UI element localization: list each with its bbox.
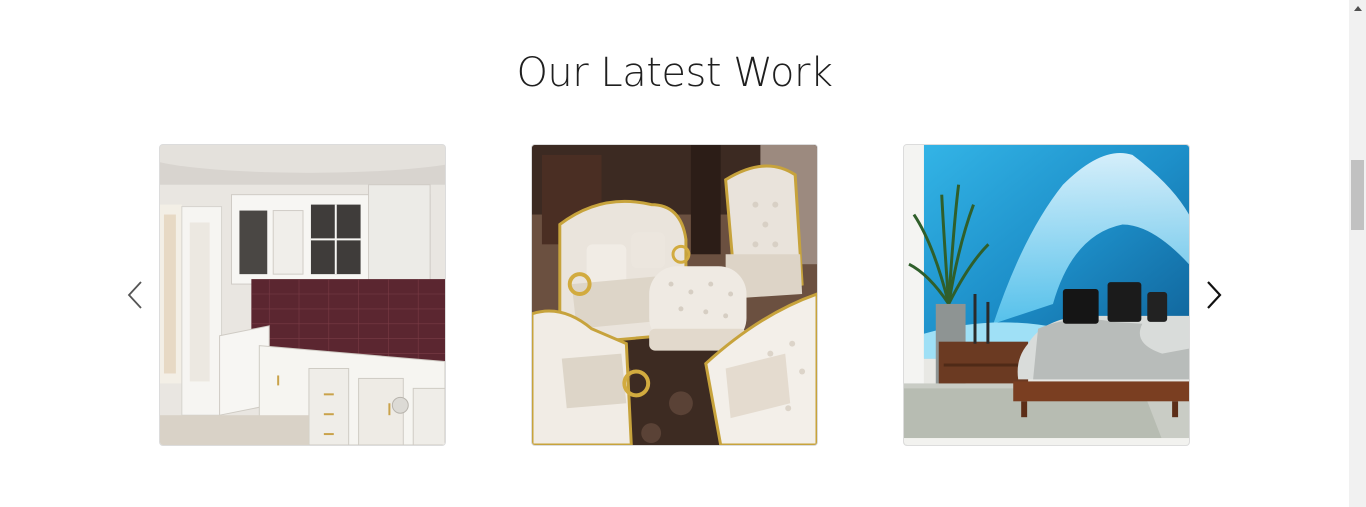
chevron-right-icon	[1207, 281, 1222, 309]
carousel-prev-button[interactable]	[123, 278, 147, 312]
kitchen-cabinets-image	[160, 145, 445, 445]
work-slide-sofa-set[interactable]	[531, 144, 818, 446]
chevron-left-icon	[127, 281, 142, 309]
scrollbar-thumb[interactable]	[1351, 160, 1364, 230]
arrow-up-icon	[1353, 6, 1362, 11]
work-slide-kitchen[interactable]	[159, 144, 446, 446]
section-title: Our Latest Work	[516, 50, 833, 96]
page-scrollbar[interactable]	[1349, 0, 1366, 507]
page: Our Latest Work	[0, 0, 1349, 507]
carousel-next-button[interactable]	[1202, 278, 1226, 312]
sofa-set-image	[532, 145, 817, 445]
scroll-up-button[interactable]	[1349, 0, 1366, 17]
ocean-bedroom-image	[904, 145, 1189, 445]
work-slide-ocean-bedroom[interactable]	[903, 144, 1190, 446]
latest-work-carousel	[0, 144, 1349, 447]
